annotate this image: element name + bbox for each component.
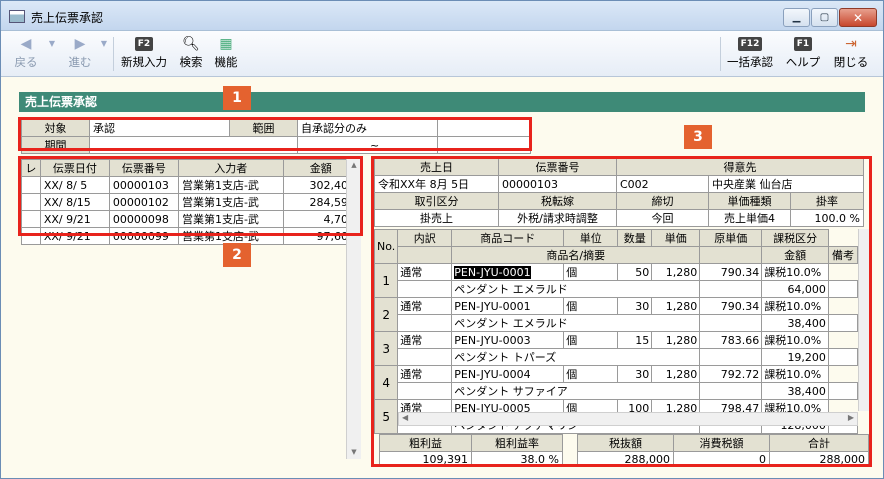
main-window: 売上伝票承認 ▁ ▢ ✕ ◀ 戻る ▼ ▶ 進む ▼ F2 新規入力 🔍︎ 検索 ▦ 機能… [0,0,884,479]
page-title: 売上伝票承認 [19,92,865,112]
bulk-approve-button[interactable]: F12 一括承認 [724,33,776,75]
new-entry-button[interactable]: F2 新規入力 [118,33,170,75]
chevron-down-icon: ▼ [48,39,56,48]
badge-1: 1 [223,86,251,110]
function-icon: ▦ [219,36,233,52]
back-dropdown[interactable]: ▼ [45,33,59,75]
chevron-down-icon: ▼ [100,39,108,48]
highlight-box-1 [18,117,532,151]
function-button[interactable]: ▦ 機能 [211,33,241,75]
arrow-right-icon: ▶ [74,36,86,52]
exit-door-icon: ⇥ [845,36,857,52]
forward-button[interactable]: ▶ 進む [63,33,97,75]
badge-3: 3 [684,125,712,149]
search-button[interactable]: 🔍︎ 検索 [176,33,206,75]
back-button[interactable]: ◀ 戻る [9,33,43,75]
title-bar: 売上伝票承認 ▁ ▢ ✕ [1,1,883,31]
f2-key-icon: F2 [134,37,154,51]
scroll-down-icon[interactable]: ▼ [347,446,361,459]
minimize-button[interactable]: ▁ [783,8,810,27]
toolbar: ◀ 戻る ▼ ▶ 進む ▼ F2 新規入力 🔍︎ 検索 ▦ 機能 F12 一括承認 F1 ヘル… [1,31,883,77]
highlight-box-2 [18,156,363,236]
f1-key-icon: F1 [793,37,813,51]
close-button[interactable]: ⇥ 閉じる [831,33,871,75]
maximize-button[interactable]: ▢ [811,8,838,27]
close-window-button[interactable]: ✕ [839,8,877,27]
arrow-left-icon: ◀ [20,36,32,52]
forward-dropdown[interactable]: ▼ [97,33,111,75]
magnifier-icon: 🔍︎ [182,36,200,52]
highlight-box-3 [371,156,872,467]
badge-2: 2 [223,243,251,267]
help-button[interactable]: F1 ヘルプ [783,33,823,75]
window-title: 売上伝票承認 [31,11,104,25]
f12-key-icon: F12 [737,37,763,51]
app-icon [9,10,25,23]
